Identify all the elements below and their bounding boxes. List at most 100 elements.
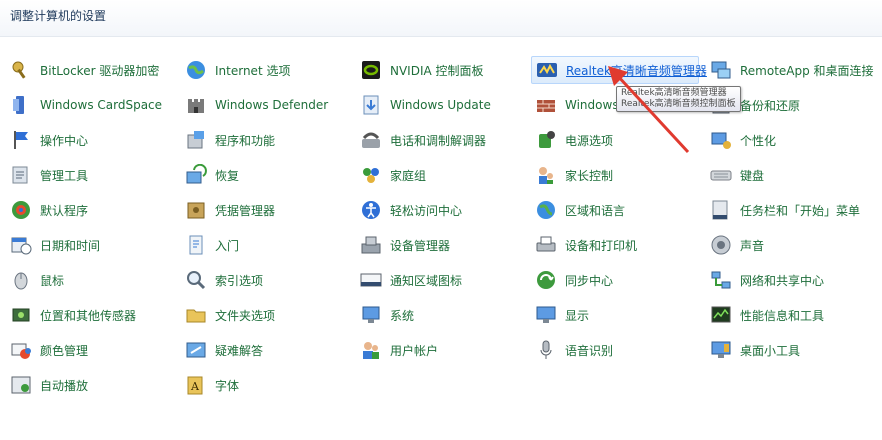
page-title: 调整计算机的设置 [10,9,107,23]
control-panel-item-label: 日期和时间 [40,238,101,253]
control-panel-item[interactable]: 入门 [181,231,351,259]
header-bar: 调整计算机的设置 [0,0,882,37]
globe-icon [185,59,207,81]
control-panel-item[interactable]: 显示 [531,301,701,329]
control-panel-item[interactable]: A 字体 [181,371,351,399]
control-panel-item-label: 家庭组 [390,168,427,183]
control-panel-item-label: 凭据管理器 [215,203,276,218]
programs-icon [185,129,207,151]
control-panel-item[interactable]: 电话和调制解调器 [356,126,526,154]
control-panel-item[interactable]: 系统 [356,301,526,329]
control-panel-item[interactable]: 疑难解答 [181,336,351,364]
mouse-icon [10,269,32,291]
control-panel-item[interactable]: 鼠标 [6,266,176,294]
microphone-icon [535,339,557,361]
realtek-audio-icon [536,59,558,81]
control-panel-item[interactable]: 日期和时间 [6,231,176,259]
fonts-icon: A [185,374,207,396]
control-panel-item-label: 默认程序 [40,203,89,218]
control-panel-item-label: 程序和功能 [215,133,276,148]
control-panel-item[interactable]: NVIDIA 控制面板 [356,56,526,84]
control-panel-item[interactable]: 操作中心 [6,126,176,154]
control-panel-item[interactable]: RemoteApp 和桌面连接 [706,56,882,84]
control-panel-item-label: 颜色管理 [40,343,89,358]
control-panel-item-label: 语音识别 [565,343,614,358]
control-panel-item-label: 文件夹选项 [215,308,276,323]
control-panel-item[interactable]: 凭据管理器 [181,196,351,224]
control-panel-item[interactable]: 同步中心 [531,266,701,294]
default-programs-icon [10,199,32,221]
control-panel-item-label: 性能信息和工具 [740,308,825,323]
cardspace-icon [10,94,32,116]
control-panel-item[interactable]: 用户帐户 [356,336,526,364]
control-panel-item-label: Windows CardSpace [40,98,163,112]
control-panel-item[interactable]: 区域和语言 [531,196,701,224]
control-panel-item-label: 备份和还原 [740,98,801,113]
control-panel-item[interactable]: 通知区域图标 [356,266,526,294]
control-panel-item[interactable]: 任务栏和「开始」菜单 [706,196,882,224]
control-panel-item[interactable]: 默认程序 [6,196,176,224]
control-panel-item[interactable]: 设备和打印机 [531,231,701,259]
control-panel-item-label: 区域和语言 [565,203,626,218]
keyboard-icon [710,164,732,186]
calendar-clock-icon [10,234,32,256]
control-panel-item-label: Internet 选项 [215,63,291,78]
control-panel-item-label: 操作中心 [40,133,89,148]
control-panel-item-label: 用户帐户 [390,343,439,358]
color-management-icon [10,339,32,361]
control-panel-item-label: 声音 [740,238,765,253]
control-panel-item-label: 轻松访问中心 [390,203,463,218]
control-panel-item-label: 位置和其他传感器 [40,308,137,323]
control-panel-item[interactable]: 位置和其他传感器 [6,301,176,329]
notification-area-icon [360,269,382,291]
control-panel-item[interactable]: 文件夹选项 [181,301,351,329]
control-panel-item[interactable]: 设备管理器 [356,231,526,259]
control-panel-item-label: NVIDIA 控制面板 [390,63,484,78]
control-panel-item-label: 键盘 [740,168,765,183]
control-panel-item[interactable]: Internet 选项 [181,56,351,84]
parental-icon [535,164,557,186]
folder-icon [185,304,207,326]
control-panel-item[interactable]: 轻松访问中心 [356,196,526,224]
control-panel-item[interactable]: BitLocker 驱动器加密 [6,56,176,84]
control-panel-item-label: 网络和共享中心 [740,273,825,288]
control-panel-item[interactable]: 颜色管理 [6,336,176,364]
control-panel-item[interactable]: 自动播放 [6,371,176,399]
remote-desktop-icon [710,59,732,81]
control-panel-item[interactable]: 家庭组 [356,161,526,189]
region-globe-icon [535,199,557,221]
getting-started-icon [185,234,207,256]
update-icon [360,94,382,116]
control-panel-item-label: 自动播放 [40,378,89,393]
control-panel-item[interactable]: 程序和功能 [181,126,351,154]
control-panel-item[interactable]: 管理工具 [6,161,176,189]
control-panel-item-label: 个性化 [740,133,777,148]
control-panel-item[interactable]: 家长控制 [531,161,701,189]
flag-icon [10,129,32,151]
control-panel-item-label: 显示 [565,308,590,323]
control-panel-item-label: Windows Defender [215,98,329,112]
control-panel-item[interactable]: 桌面小工具 [706,336,882,364]
control-panel-item[interactable]: 恢复 [181,161,351,189]
control-panel-item[interactable]: Windows CardSpace [6,91,176,119]
control-panel-item-label: 设备管理器 [390,238,451,253]
control-panel-item[interactable]: 个性化 [706,126,882,154]
control-panel-item[interactable]: 网络和共享中心 [706,266,882,294]
control-panel-item[interactable]: 语音识别 [531,336,701,364]
control-panel-item[interactable]: Windows Update [356,91,526,119]
control-panel-item[interactable]: Windows Defender [181,91,351,119]
control-panel-item-label: RemoteApp 和桌面连接 [740,63,874,78]
red-arrow-annotation [608,66,690,154]
control-panel-item[interactable]: 性能信息和工具 [706,301,882,329]
control-panel-item[interactable]: 键盘 [706,161,882,189]
control-panel-item-label: 索引选项 [215,273,264,288]
control-panel-item-label: 电话和调制解调器 [390,133,487,148]
control-panel-item-label: 鼠标 [40,273,65,288]
control-panel-item[interactable]: 索引选项 [181,266,351,294]
control-panel-item[interactable]: 声音 [706,231,882,259]
control-panel-item-label: 通知区域图标 [390,273,463,288]
control-panel-item-label: Windows Update [390,98,491,112]
vault-icon [185,199,207,221]
control-panel-item-label: 设备和打印机 [565,238,638,253]
sensor-icon [10,304,32,326]
